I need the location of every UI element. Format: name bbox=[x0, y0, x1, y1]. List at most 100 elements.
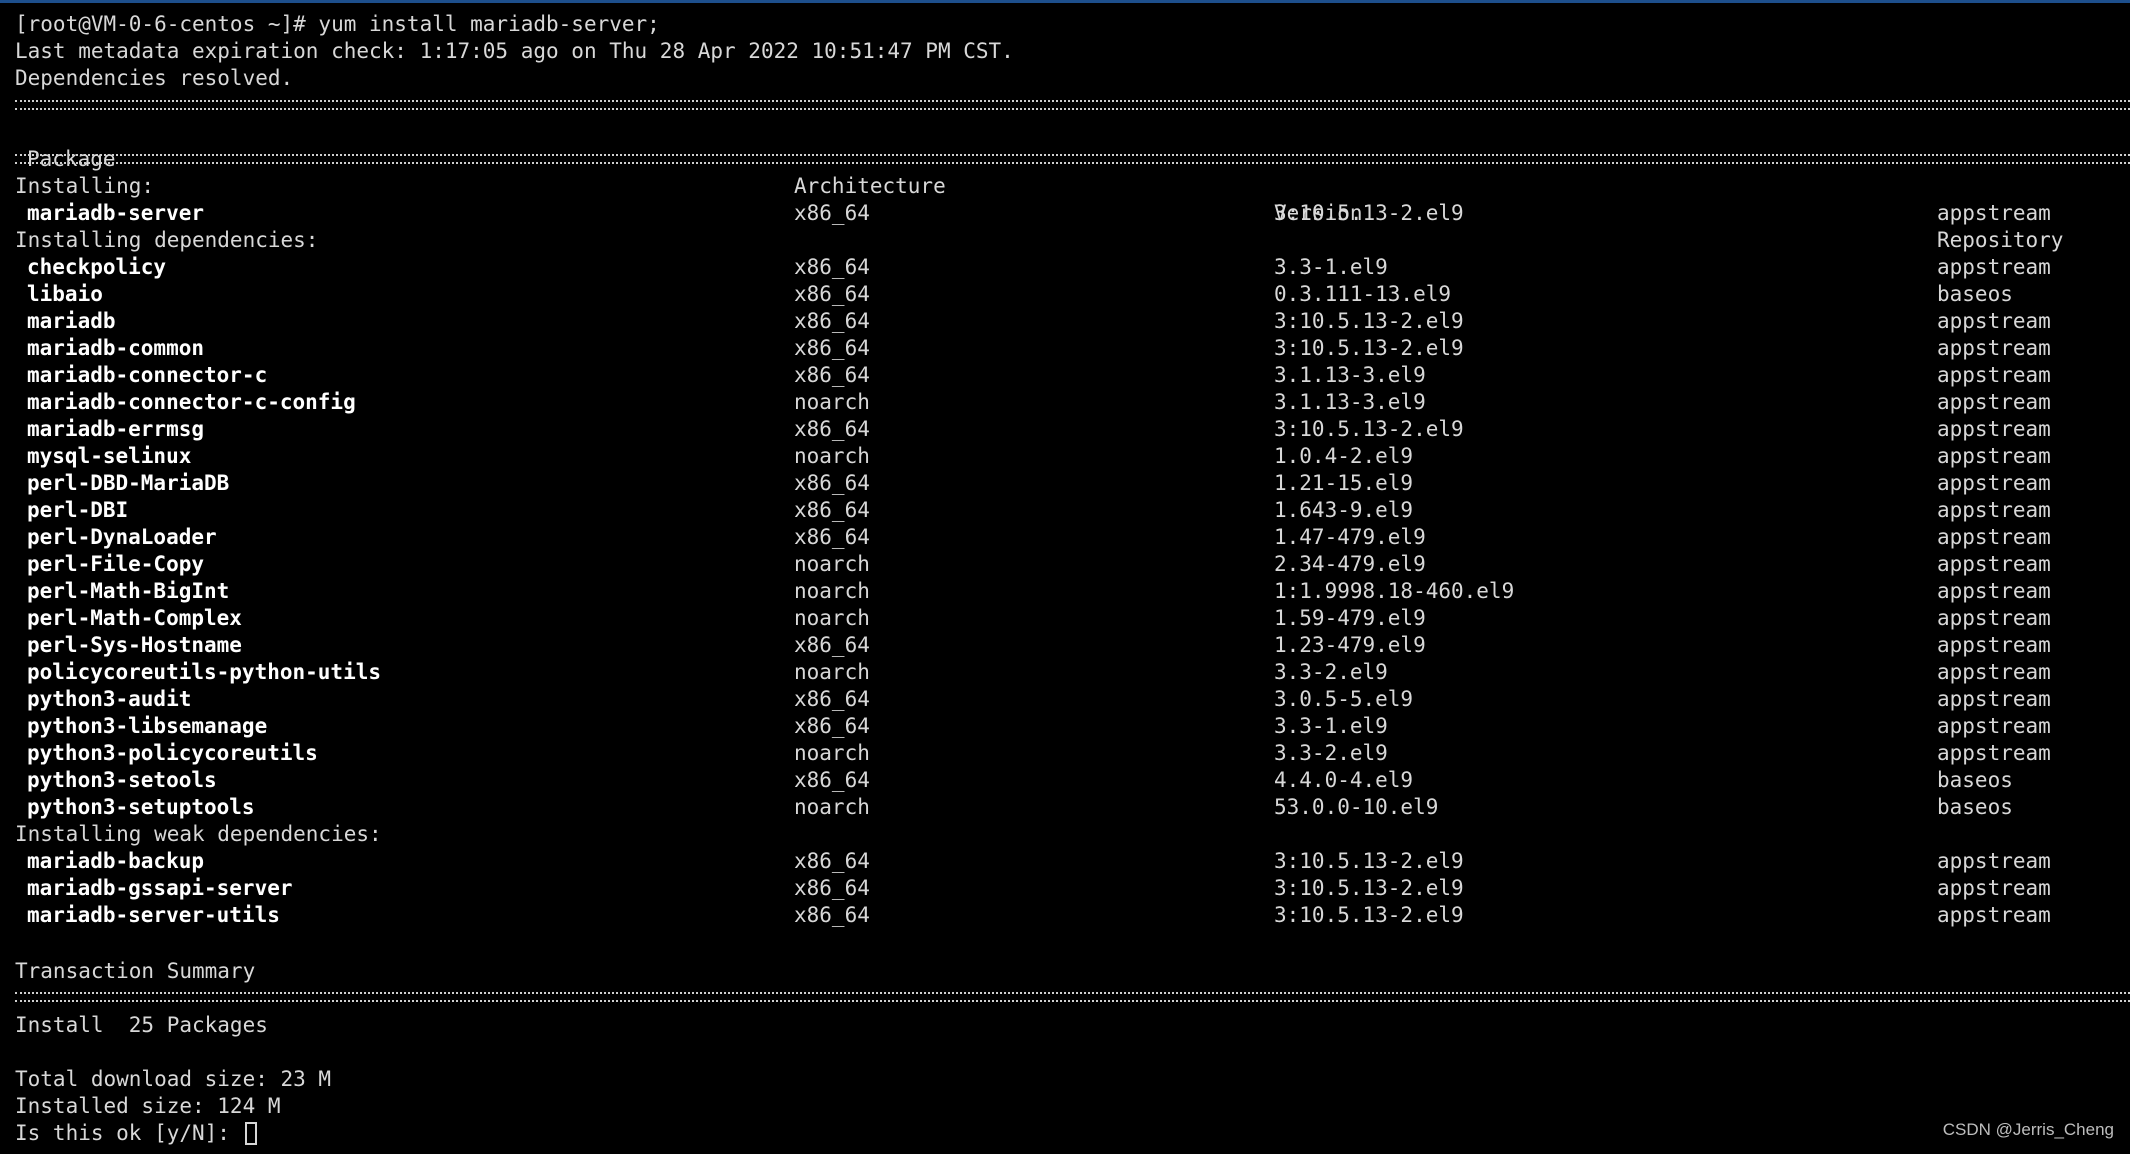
package-arch: x86_64 bbox=[794, 201, 870, 225]
package-name: mariadb bbox=[27, 309, 116, 333]
package-arch: x86_64 bbox=[794, 336, 870, 360]
table-row: python3-audit x86_64 3.0.5-5.el9 appstream bbox=[0, 686, 2130, 713]
package-name: mysql-selinux bbox=[27, 444, 192, 468]
package-repo: baseos bbox=[1937, 768, 2013, 792]
package-version: 3.3-1.el9 bbox=[1274, 255, 1388, 279]
table-row: mariadb-server x86_64 3:10.5.13-2.el9 appst… bbox=[0, 200, 2130, 227]
package-name: perl-File-Copy bbox=[27, 552, 205, 576]
package-name: mariadb-connector-c bbox=[27, 363, 268, 387]
package-arch: x86_64 bbox=[794, 525, 870, 549]
package-repo: baseos bbox=[1937, 282, 2013, 306]
package-version: 2.34-479.el9 bbox=[1274, 552, 1426, 576]
package-version: 1:1.9998.18-460.el9 bbox=[1274, 579, 1515, 603]
package-version: 4.4.0-4.el9 bbox=[1274, 768, 1414, 792]
package-version: 3.3-1.el9 bbox=[1274, 714, 1388, 738]
package-arch: x86_64 bbox=[794, 471, 870, 495]
package-version: 3.1.13-3.el9 bbox=[1274, 363, 1426, 387]
command-line: [root@VM-0-6-centos ~]# yum install mari… bbox=[15, 12, 660, 36]
table-row: perl-DBI x86_64 1.643-9.el9 appstream bbox=[0, 497, 2130, 524]
table-row: mysql-selinux noarch 1.0.4-2.el9 appstream bbox=[0, 443, 2130, 470]
package-repo: appstream bbox=[1937, 876, 2051, 900]
package-arch: x86_64 bbox=[794, 903, 870, 927]
section-installing-dependencies: Installing dependencies: bbox=[15, 228, 319, 252]
package-version: 3:10.5.13-2.el9 bbox=[1274, 309, 1464, 333]
package-version: 3.3-2.el9 bbox=[1274, 660, 1388, 684]
table-row: mariadb-server-utils x86_64 3:10.5.13-2.el… bbox=[0, 902, 2130, 929]
package-name: policycoreutils-python-utils bbox=[27, 660, 382, 684]
table-row: mariadb-backup x86_64 3:10.5.13-2.el9 appst… bbox=[0, 848, 2130, 875]
package-repo: appstream bbox=[1937, 687, 2051, 711]
package-arch: x86_64 bbox=[794, 768, 870, 792]
package-arch: x86_64 bbox=[794, 309, 870, 333]
package-name: python3-libsemanage bbox=[27, 714, 268, 738]
package-arch: noarch bbox=[794, 552, 870, 576]
separator-header bbox=[15, 154, 2130, 164]
package-arch: x86_64 bbox=[794, 876, 870, 900]
package-version: 1.643-9.el9 bbox=[1274, 498, 1414, 522]
package-repo: appstream bbox=[1937, 336, 2051, 360]
metadata-line: Last metadata expiration check: 1:17:05 … bbox=[15, 39, 1014, 63]
package-arch: noarch bbox=[794, 390, 870, 414]
package-version: 3:10.5.13-2.el9 bbox=[1274, 336, 1464, 360]
package-arch: x86_64 bbox=[794, 687, 870, 711]
package-version: 3:10.5.13-2.el9 bbox=[1274, 876, 1464, 900]
package-name: perl-Sys-Hostname bbox=[27, 633, 242, 657]
header-repository: Repository bbox=[1937, 228, 2064, 252]
package-name: mariadb-server-utils bbox=[27, 903, 280, 927]
package-version: 1.47-479.el9 bbox=[1274, 525, 1426, 549]
table-row: mariadb-connector-c-config noarch 3.1.13-3… bbox=[0, 389, 2130, 416]
package-repo: appstream bbox=[1937, 363, 2051, 387]
separator-top bbox=[15, 100, 2130, 110]
confirm-prompt-text: Is this ok [y/N]: bbox=[15, 1121, 243, 1145]
package-name: python3-policycoreutils bbox=[27, 741, 318, 765]
watermark: CSDN @Jerris_Cheng bbox=[1942, 1120, 2114, 1139]
package-version: 3:10.5.13-2.el9 bbox=[1274, 849, 1464, 873]
package-version: 0.3.111-13.el9 bbox=[1274, 282, 1452, 306]
package-name: mariadb-common bbox=[27, 336, 205, 360]
download-size-line: Total download size: 23 M bbox=[15, 1067, 332, 1091]
package-arch: x86_64 bbox=[794, 714, 870, 738]
package-arch: x86_64 bbox=[794, 498, 870, 522]
header-architecture: Architecture bbox=[794, 174, 946, 198]
transaction-summary-title: Transaction Summary bbox=[15, 959, 256, 983]
table-row: perl-File-Copy noarch 2.34-479.el9 appstrea… bbox=[0, 551, 2130, 578]
package-name: mariadb-gssapi-server bbox=[27, 876, 293, 900]
table-row: mariadb-gssapi-server x86_64 3:10.5.13-2.e… bbox=[0, 875, 2130, 902]
package-repo: appstream bbox=[1937, 201, 2051, 225]
package-repo: appstream bbox=[1937, 903, 2051, 927]
package-name: mariadb-errmsg bbox=[27, 417, 205, 441]
package-name: python3-setuptools bbox=[27, 795, 255, 819]
package-version: 53.0.0-10.el9 bbox=[1274, 795, 1439, 819]
package-repo: baseos bbox=[1937, 795, 2013, 819]
package-arch: x86_64 bbox=[794, 282, 870, 306]
package-name: perl-DynaLoader bbox=[27, 525, 217, 549]
terminal-window[interactable]: [root@VM-0-6-centos ~]# yum install mari… bbox=[0, 0, 2130, 1154]
package-name: mariadb-server bbox=[27, 201, 205, 225]
table-row: checkpolicy x86_64 3.3-1.el9 appstream bbox=[0, 254, 2130, 281]
package-repo: appstream bbox=[1937, 471, 2051, 495]
package-repo: appstream bbox=[1937, 714, 2051, 738]
package-version: 3.0.5-5.el9 bbox=[1274, 687, 1414, 711]
package-name: perl-DBI bbox=[27, 498, 129, 522]
package-arch: noarch bbox=[794, 741, 870, 765]
package-repo: appstream bbox=[1937, 741, 2051, 765]
package-arch: x86_64 bbox=[794, 255, 870, 279]
package-repo: appstream bbox=[1937, 849, 2051, 873]
terminal-cursor[interactable] bbox=[244, 1122, 257, 1145]
package-version: 1.21-15.el9 bbox=[1274, 471, 1414, 495]
package-name: perl-Math-BigInt bbox=[27, 579, 230, 603]
package-version: 3.1.13-3.el9 bbox=[1274, 390, 1426, 414]
package-version: 1.23-479.el9 bbox=[1274, 633, 1426, 657]
package-name: perl-Math-Complex bbox=[27, 606, 242, 630]
package-arch: noarch bbox=[794, 606, 870, 630]
package-repo: appstream bbox=[1937, 579, 2051, 603]
package-name: checkpolicy bbox=[27, 255, 167, 279]
table-row: python3-setuptools noarch 53.0.0-10.el9 bas… bbox=[0, 794, 2130, 821]
confirm-prompt-line[interactable]: Is this ok [y/N]: bbox=[15, 1120, 257, 1147]
table-row: mariadb-connector-c x86_64 3.1.13-3.el9 app… bbox=[0, 362, 2130, 389]
package-name: libaio bbox=[27, 282, 103, 306]
separator-summary bbox=[15, 992, 2130, 1002]
package-repo: appstream bbox=[1937, 417, 2051, 441]
package-repo: appstream bbox=[1937, 660, 2051, 684]
table-row: libaio x86_64 0.3.111-13.el9 baseos bbox=[0, 281, 2130, 308]
